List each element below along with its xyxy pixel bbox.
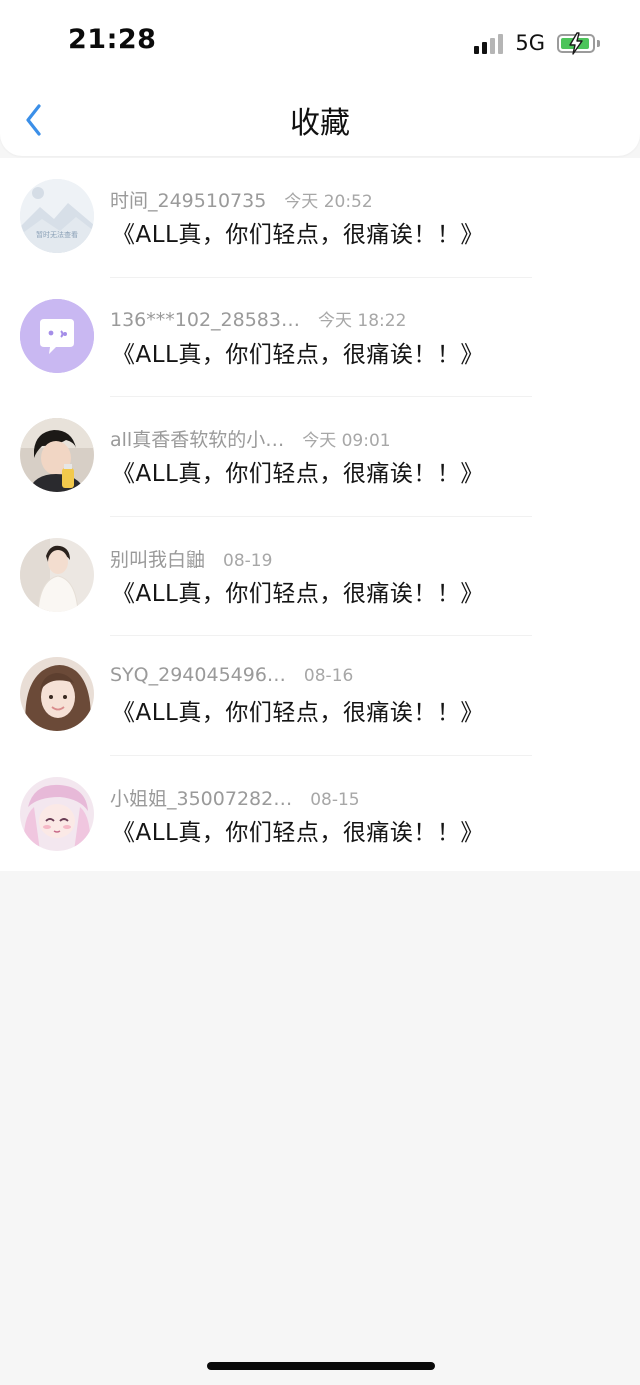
- user-name: 别叫我白鼬: [110, 548, 206, 571]
- timestamp: 08-15: [310, 789, 360, 810]
- top-bar: 21:28 5G 收藏: [0, 0, 640, 156]
- status-time: 21:28: [68, 24, 157, 55]
- status-indicators: 5G: [474, 28, 600, 58]
- user-name: SYQ_294045496…: [110, 664, 286, 686]
- list-item[interactable]: SYQ_294045496… 08-16 《ALL真，你们轻点，很痛诶！！》: [0, 636, 640, 756]
- chat-bubble-icon: [20, 298, 94, 373]
- timestamp: 08-16: [303, 666, 354, 686]
- page-title: 收藏: [290, 106, 350, 141]
- list-item[interactable]: 136***102_28583… 今天 18:22 《ALL真，你们轻点，很痛诶…: [0, 278, 640, 398]
- timestamp: 今天 09:01: [302, 431, 391, 451]
- story-title: 《ALL真，你们轻点，很痛诶！！》: [112, 700, 484, 726]
- story-title: 《ALL真，你们轻点，很痛诶！！》: [112, 819, 484, 846]
- list-item[interactable]: 暂时无法查看 时间_249510735 今天 20:52 《ALL真，你们轻点，…: [0, 158, 640, 278]
- avatar: [20, 537, 94, 612]
- story-title: 《ALL真，你们轻点，很痛诶！！》: [112, 341, 484, 368]
- timestamp: 08-19: [223, 550, 273, 571]
- user-name: all真香香软软的小…: [110, 429, 285, 451]
- list-item[interactable]: all真香香软软的小… 今天 09:01 《ALL真，你们轻点，很痛诶！！》: [0, 397, 640, 517]
- user-name: 时间_249510735: [110, 190, 267, 212]
- timestamp: 今天 20:52: [284, 192, 373, 212]
- battery-icon: [557, 31, 595, 55]
- avatar: [20, 657, 94, 731]
- signal-icon: [474, 32, 504, 54]
- story-title: 《ALL真，你们轻点，很痛诶！！》: [112, 222, 484, 248]
- avatar: [20, 776, 94, 851]
- avatar: 暂时无法查看: [20, 179, 94, 253]
- story-title: 《ALL真，你们轻点，很痛诶！！》: [112, 580, 484, 607]
- story-title: 《ALL真，你们轻点，很痛诶！！》: [112, 461, 484, 487]
- home-indicator[interactable]: [207, 1362, 435, 1370]
- user-name: 小姐姐_35007282…: [110, 787, 293, 810]
- favorites-list: 暂时无法查看 时间_249510735 今天 20:52 《ALL真，你们轻点，…: [0, 158, 640, 871]
- list-item[interactable]: 小姐姐_35007282… 08-15 《ALL真，你们轻点，很痛诶！！》: [0, 756, 640, 876]
- network-label: 5G: [515, 31, 545, 55]
- avatar: [20, 418, 94, 492]
- list-item[interactable]: 别叫我白鼬 08-19 《ALL真，你们轻点，很痛诶！！》: [0, 517, 640, 637]
- avatar-placeholder-text: 暂时无法查看: [36, 231, 78, 239]
- avatar: [20, 298, 94, 373]
- timestamp: 今天 18:22: [317, 310, 407, 331]
- battery-cap: [597, 39, 600, 47]
- user-name: 136***102_28583…: [110, 308, 300, 331]
